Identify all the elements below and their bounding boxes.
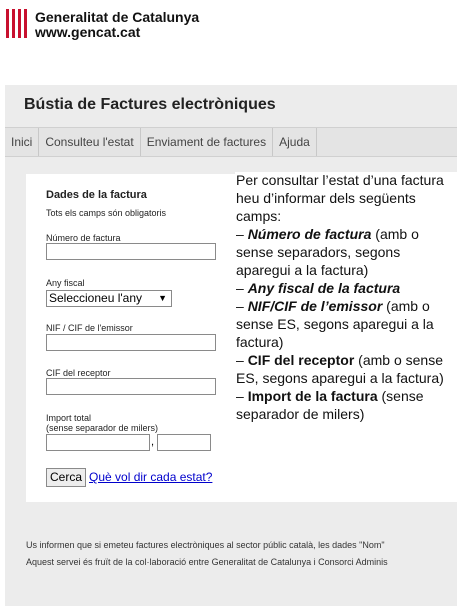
required-note: Tots els camps són obligatoris	[46, 208, 167, 218]
receiver-cif-input[interactable]	[46, 378, 216, 395]
senyera-logo-icon	[5, 9, 29, 38]
footer-notice: Us informen que si emeteu factures elect…	[26, 540, 385, 550]
invoice-number-input[interactable]	[46, 243, 216, 260]
info-intro: Per consultar l’estat d’una factura heu …	[236, 172, 444, 224]
org-name: Generalitat de Catalunya	[35, 9, 200, 25]
footer-credits: Aquest servei és fruït de la col·laborac…	[26, 557, 388, 567]
tab-enviament-factures[interactable]: Enviament de factures	[141, 128, 274, 156]
info-item-label: NIF/CIF de l’emissor	[247, 298, 383, 314]
total-integer-input[interactable]	[46, 434, 150, 451]
status-help-link[interactable]: Què vol dir cada estat?	[89, 470, 212, 484]
info-text: Per consultar l’estat d’una factura heu …	[236, 171, 454, 423]
info-item-label: Any fiscal de la factura	[247, 280, 401, 296]
total-amount-sublabel: (sense separador de milers)	[46, 423, 159, 433]
search-button[interactable]: Cerca	[46, 468, 86, 487]
info-item-label: Import de la factura	[247, 388, 378, 404]
org-url: www.gencat.cat	[35, 24, 141, 40]
info-item-dash: –	[236, 388, 248, 404]
info-item-dash: –	[236, 226, 248, 242]
fiscal-year-selected: Seleccioneu l'any	[49, 291, 143, 305]
tab-inici[interactable]: Inici	[5, 128, 40, 156]
org-identity[interactable]: Generalitat de Catalunya www.gencat.cat	[35, 10, 199, 40]
site-header: Generalitat de Catalunya www.gencat.cat	[0, 0, 457, 46]
tab-ajuda[interactable]: Ajuda	[273, 128, 317, 156]
form-title: Dades de la factura	[46, 189, 147, 201]
fiscal-year-select[interactable]: Seleccioneu l'any ▼	[46, 290, 172, 307]
issuer-nif-input[interactable]	[46, 334, 216, 351]
dropdown-arrow-icon: ▼	[158, 293, 167, 303]
fiscal-year-label: Any fiscal	[46, 278, 85, 288]
main-nav: Inici Consulteu l'estat Enviament de fac…	[5, 127, 457, 157]
info-item-label: CIF del receptor	[247, 352, 355, 368]
invoice-number-label: Número de factura	[46, 233, 121, 243]
total-decimal-input[interactable]	[157, 434, 211, 451]
page-title: Bústia de Factures electròniques	[24, 96, 276, 113]
info-item-dash: –	[236, 298, 248, 314]
info-item-dash: –	[236, 280, 248, 296]
receiver-cif-label: CIF del receptor	[46, 368, 111, 378]
issuer-nif-label: NIF / CIF de l'emissor	[46, 323, 133, 333]
info-item-dash: –	[236, 352, 248, 368]
info-item-label: Número de factura	[247, 226, 372, 242]
decimal-separator: ,	[151, 436, 155, 448]
tab-consulteu-estat[interactable]: Consulteu l'estat	[39, 128, 141, 156]
total-amount-label: Import total	[46, 413, 92, 423]
